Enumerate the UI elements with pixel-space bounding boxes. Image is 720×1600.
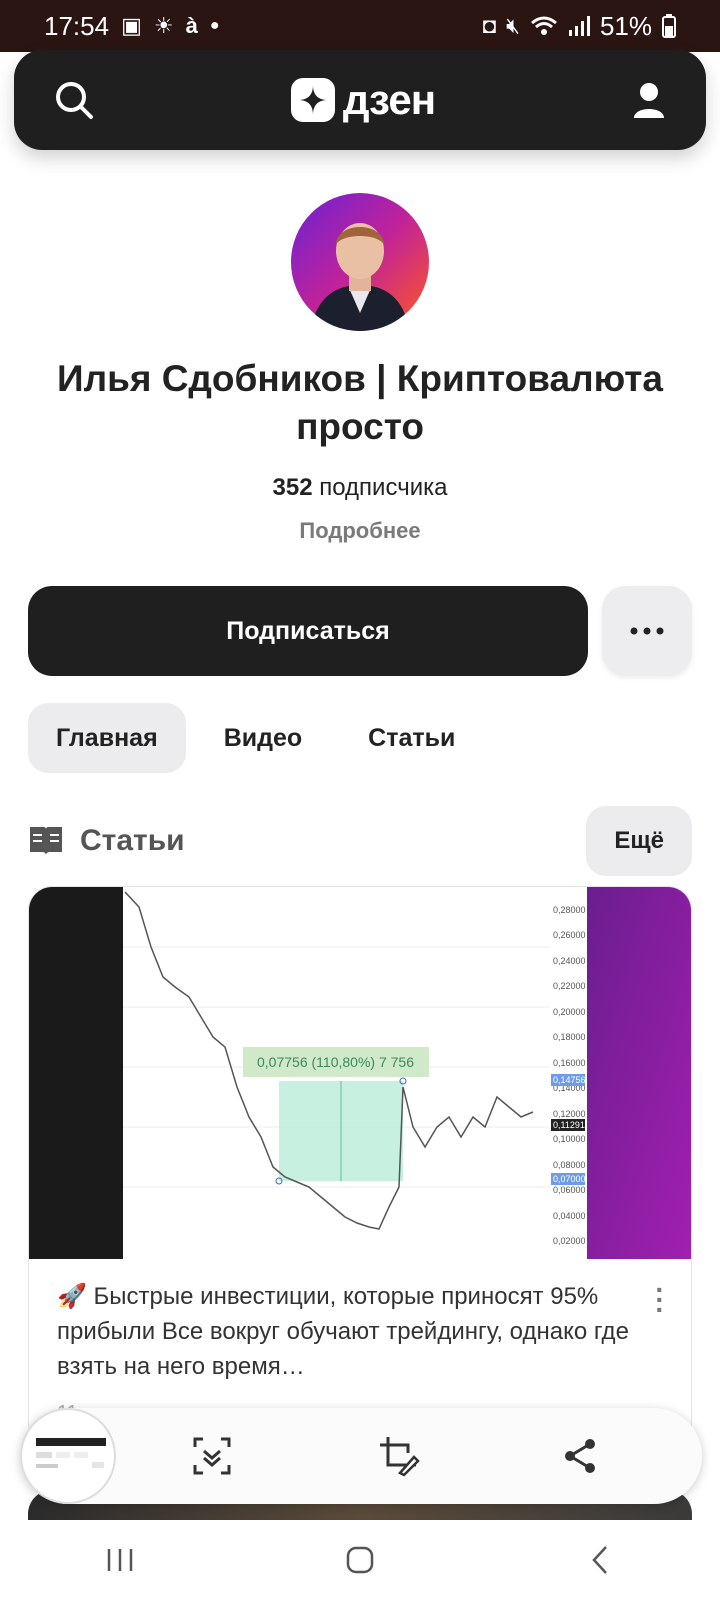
price-tick: 0,24000 <box>553 956 586 966</box>
details-link[interactable]: Подробнее <box>0 518 720 544</box>
search-icon[interactable] <box>54 80 94 120</box>
mute-icon: 🔇︎ <box>506 13 520 38</box>
price-tick: 0,16000 <box>553 1058 586 1068</box>
chart-annotation: 0,07756 (110,80%) 7 756 <box>257 1054 414 1070</box>
price-tick: 0,26000 <box>553 930 586 940</box>
signal-icon <box>568 16 590 36</box>
battery-percent: 51% <box>599 10 652 41</box>
price-highlight-current: 0,11291 <box>553 1120 585 1130</box>
more-notifications-dot: ● <box>209 17 220 34</box>
battery-icon <box>662 14 676 38</box>
share-icon <box>565 1439 595 1473</box>
scroll-capture-icon <box>193 1437 231 1475</box>
channel-tabs: Главная Видео Статьи <box>28 703 483 773</box>
price-tick: 0,02000 <box>553 1236 586 1246</box>
price-tick: 0,10000 <box>553 1134 586 1144</box>
articles-section-header: Статьи Ещё <box>28 806 692 876</box>
gallery-icon: ▣ <box>121 13 142 38</box>
tab-video[interactable]: Видео <box>196 703 330 773</box>
screenshot-toolbar <box>20 1408 702 1504</box>
more-horizontal-icon <box>630 627 664 635</box>
system-navigation-bar <box>0 1520 720 1600</box>
subscribers-count: 352 подписчика <box>0 474 720 502</box>
subscribers-label: подписчика <box>319 474 448 501</box>
subscribe-button[interactable]: Подписаться <box>28 586 588 676</box>
app-notification-icon: à <box>185 13 198 38</box>
logo-text: дзен <box>342 76 436 123</box>
crop-draw-icon <box>380 1437 420 1477</box>
article-card[interactable]: 0,07756 (110,80%) 7 756 0,28000 0,26000 … <box>28 886 692 1446</box>
tab-main[interactable]: Главная <box>28 703 186 773</box>
price-tick: 0,04000 <box>553 1211 586 1221</box>
channel-avatar[interactable] <box>291 193 429 331</box>
article-snippet: 🚀 Быстрые инвестиции, которые приносят 9… <box>57 1283 629 1380</box>
dzen-logo[interactable]: дзен <box>290 76 436 124</box>
top-header: дзен <box>14 50 706 150</box>
scroll-capture-button[interactable] <box>188 1432 236 1480</box>
crop-edit-button[interactable] <box>375 1432 423 1480</box>
price-tick: 0,22000 <box>553 981 586 991</box>
nfc-icon: ◘ <box>482 13 497 38</box>
subscribers-number: 352 <box>272 474 313 501</box>
tab-articles[interactable]: Статьи <box>340 703 483 773</box>
price-tick: 0,12000 <box>553 1109 586 1119</box>
price-tick: 0,18000 <box>553 1032 586 1042</box>
brightness-icon: ☀ <box>153 13 174 38</box>
share-button[interactable] <box>556 1432 604 1480</box>
articles-book-icon <box>30 827 62 855</box>
more-options-button[interactable] <box>602 586 692 676</box>
status-bar: 17:54 ▣ ☀ à ● ◘ 🔇︎ 51% <box>0 0 720 52</box>
channel-title: Илья Сдобников | Криптовалюта просто <box>57 358 663 447</box>
status-time: 17:54 <box>44 10 110 41</box>
price-tick: 0,06000 <box>553 1185 586 1195</box>
home-button[interactable] <box>330 1535 390 1585</box>
price-highlight-top: 0,14756 <box>553 1075 586 1085</box>
price-highlight-bottom: 0,07000 <box>553 1174 586 1184</box>
more-articles-button[interactable]: Ещё <box>586 806 692 876</box>
screenshot-thumbnail[interactable] <box>20 1408 116 1504</box>
home-icon <box>346 1546 374 1574</box>
profile-icon[interactable] <box>632 80 666 120</box>
price-tick: 0,28000 <box>553 905 586 915</box>
back-icon <box>592 1546 607 1574</box>
wifi-icon <box>530 16 557 35</box>
recent-apps-icon <box>107 1549 133 1571</box>
article-cover-image: 0,07756 (110,80%) 7 756 0,28000 0,26000 … <box>29 887 691 1259</box>
price-tick: 0,08000 <box>553 1160 586 1170</box>
back-button[interactable] <box>570 1535 630 1585</box>
article-menu-icon[interactable]: · · · <box>655 1276 665 1324</box>
recent-apps-button[interactable] <box>90 1535 150 1585</box>
section-title: Статьи <box>80 824 185 857</box>
price-tick: 0,20000 <box>553 1007 586 1017</box>
dzen-logo-icon <box>290 78 335 122</box>
